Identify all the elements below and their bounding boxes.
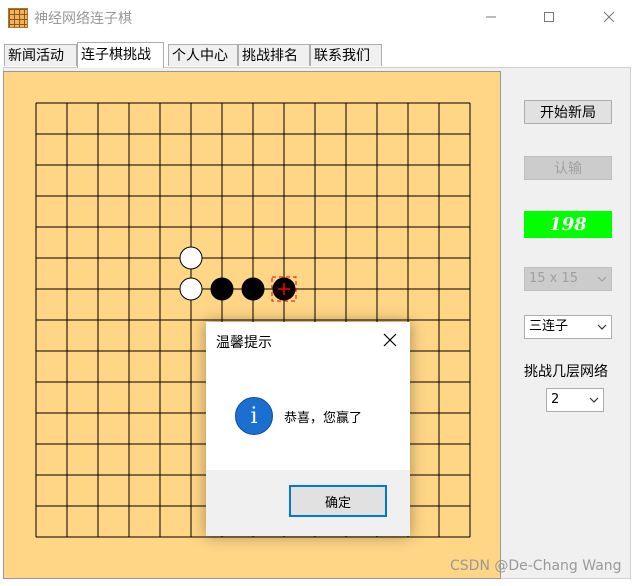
- close-window-button[interactable]: [586, 0, 632, 34]
- minimize-button[interactable]: [468, 0, 514, 34]
- mode-value: 三连子: [529, 319, 569, 334]
- tab-gomoku-challenge[interactable]: 连子棋挑战: [77, 42, 164, 68]
- info-icon: i: [235, 397, 273, 435]
- tab-personal-center[interactable]: 个人中心: [168, 44, 238, 66]
- white-stone: [179, 246, 203, 270]
- chevron-down-icon: [597, 324, 607, 330]
- maximize-button[interactable]: [526, 0, 572, 34]
- resign-button[interactable]: 认输: [524, 156, 612, 180]
- network-layers-select[interactable]: 2: [546, 388, 604, 412]
- ok-button[interactable]: 确定: [289, 485, 387, 517]
- dialog-message: 恭喜，您赢了: [284, 411, 363, 426]
- watermark: CSDN @De-Chang Wang: [450, 558, 622, 574]
- close-icon: [383, 333, 397, 347]
- window-title: 神经网络连子棋: [34, 11, 132, 27]
- board-size-select[interactable]: 15 x 15: [524, 267, 612, 291]
- board-size-value: 15 x 15: [529, 271, 579, 286]
- tab-news[interactable]: 新闻活动: [4, 44, 77, 66]
- chevron-down-icon: [589, 397, 599, 403]
- message-dialog: 温馨提示 i 恭喜，您赢了 确定: [206, 322, 410, 536]
- mode-select[interactable]: 三连子: [524, 315, 612, 339]
- app-board-icon: [8, 8, 28, 28]
- black-stone: [210, 277, 234, 301]
- minimize-icon: [486, 16, 496, 18]
- close-icon: [603, 11, 615, 23]
- white-stone: [179, 277, 203, 301]
- maximize-icon: [544, 12, 554, 22]
- dialog-close-button[interactable]: [376, 326, 404, 354]
- timer-display: 198: [524, 211, 612, 238]
- chevron-down-icon: [597, 276, 607, 282]
- network-layers-value: 2: [551, 392, 560, 407]
- tab-contact-us[interactable]: 联系我们: [310, 44, 382, 66]
- new-game-button[interactable]: 开始新局: [524, 100, 612, 124]
- black-stone: [241, 277, 265, 301]
- title-bar: 神经网络连子棋: [0, 0, 639, 36]
- network-layers-label: 挑战几层网络: [524, 364, 608, 380]
- dialog-footer: 确定: [206, 470, 410, 536]
- dialog-title: 温馨提示: [216, 335, 272, 351]
- tab-ranking[interactable]: 挑战排名: [238, 44, 310, 66]
